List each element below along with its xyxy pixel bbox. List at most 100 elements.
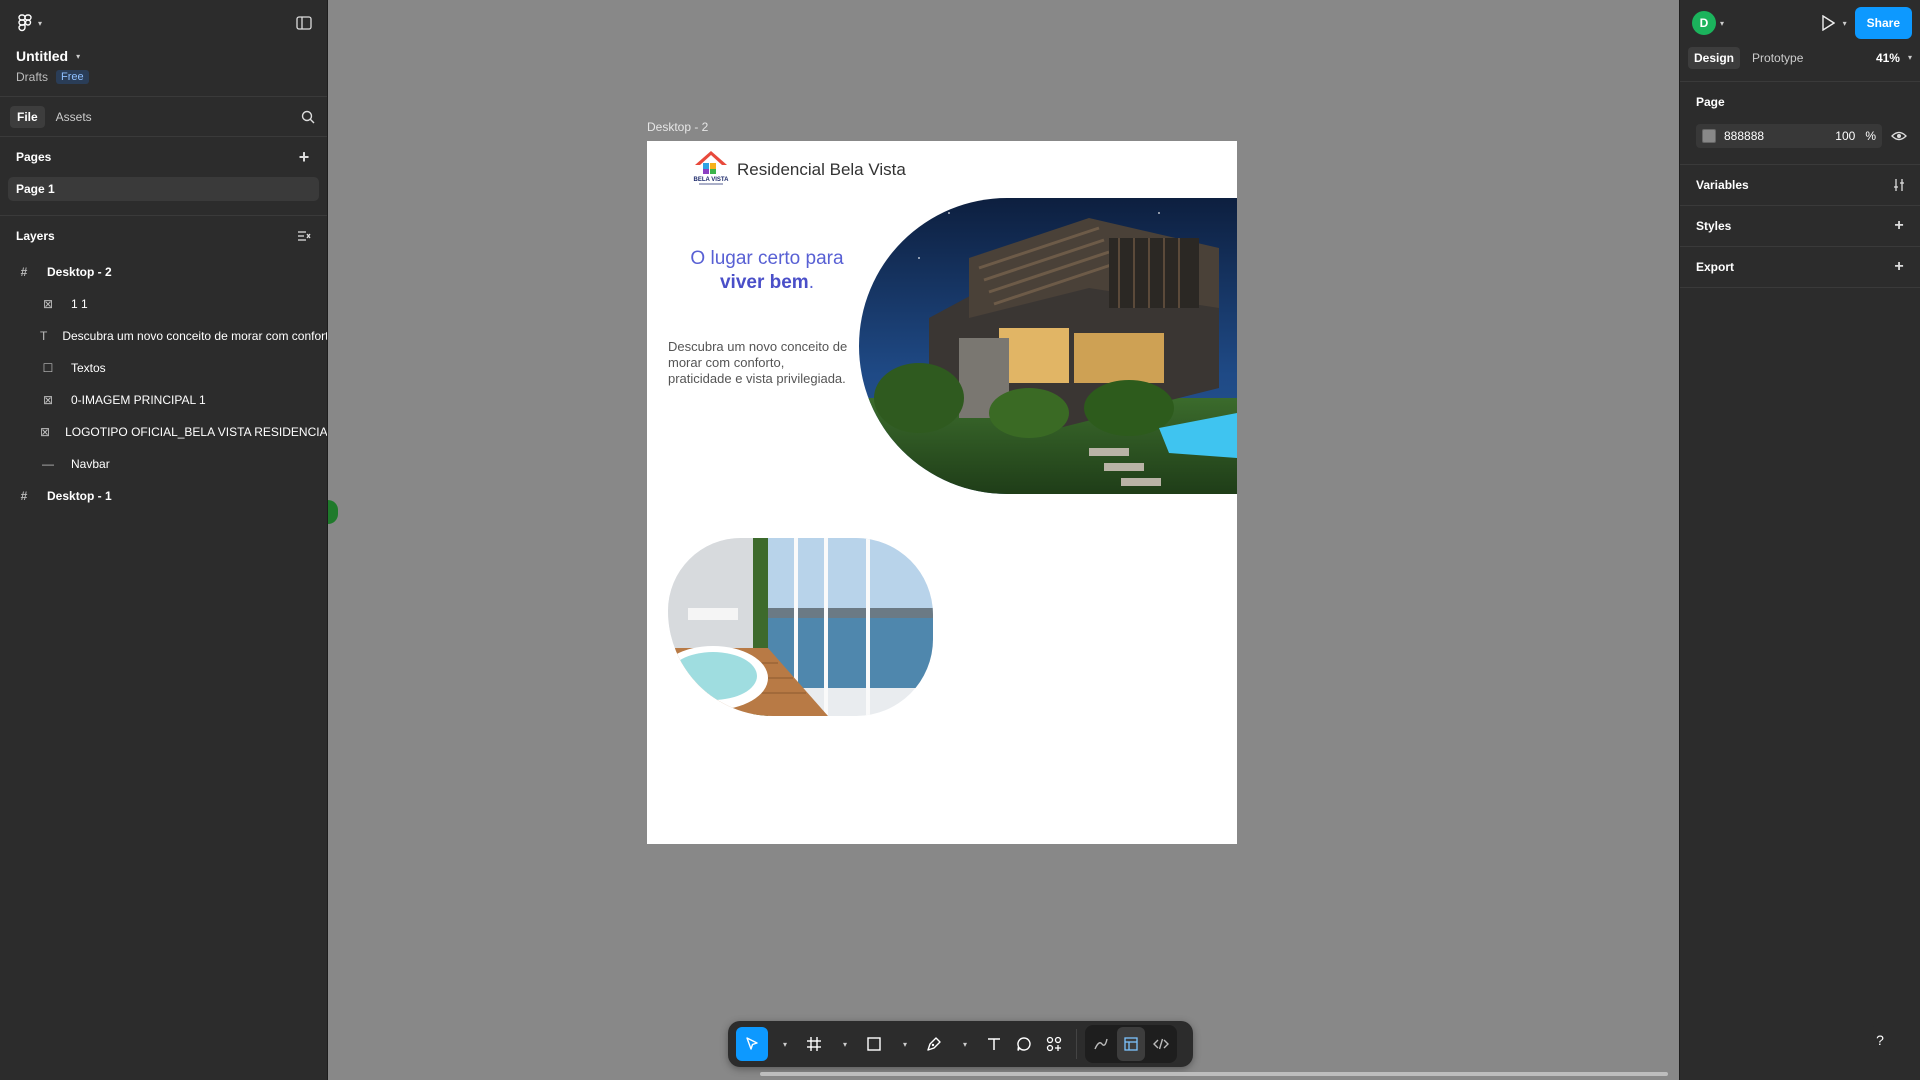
page-item-label: Page 1	[16, 182, 55, 196]
page-section-header: Page	[1696, 82, 1908, 122]
layer-navbar[interactable]: — Navbar	[0, 448, 327, 480]
add-page-icon[interactable]: +	[295, 147, 313, 167]
pages-heading: Pages	[16, 150, 52, 164]
frame-icon: #	[20, 489, 28, 503]
layer-image-1-1[interactable]: ⊠ 1 1	[0, 288, 327, 320]
move-tool-dropdown[interactable]: ▾	[770, 1027, 798, 1061]
layer-label: Navbar	[71, 457, 110, 471]
add-export-icon[interactable]: +	[1890, 258, 1908, 276]
layer-label: Textos	[71, 361, 106, 375]
page-opacity-unit: %	[1865, 129, 1876, 143]
hero-line-2-tail: .	[808, 272, 814, 293]
shape-tool[interactable]	[860, 1027, 888, 1061]
eye-icon[interactable]	[1890, 127, 1908, 145]
canvas-edge-handle[interactable]	[328, 500, 338, 524]
horizontal-scrollbar[interactable]	[760, 1072, 1668, 1076]
layer-label: LOGOTIPO OFICIAL_BELA VISTA RESIDENCIAL …	[65, 425, 327, 439]
logo-image[interactable]: BELA VISTA	[691, 149, 731, 187]
chevron-down-icon: ▾	[902, 1039, 907, 1049]
drafts-link[interactable]: Drafts	[16, 70, 48, 84]
left-sidebar: ▾ Untitled ▾ Drafts Free File Assets Pag…	[0, 0, 328, 1080]
zoom-control[interactable]: 41% ▾	[1876, 51, 1912, 65]
frame-tool[interactable]	[800, 1027, 828, 1061]
layer-logotipo[interactable]: ⊠ LOGOTIPO OFICIAL_BELA VISTA RESIDENCIA…	[0, 416, 327, 448]
export-title: Export	[1696, 260, 1735, 274]
tab-prototype[interactable]: Prototype	[1746, 47, 1809, 69]
desktop-2-frame[interactable]: BELA VISTA Residencial Bela Vista O luga…	[647, 141, 1237, 844]
main-menu-button[interactable]: ▾	[16, 14, 42, 32]
layer-desktop-2[interactable]: # Desktop - 2	[0, 256, 327, 288]
move-tool[interactable]	[736, 1027, 768, 1061]
layers-header: Layers	[0, 216, 327, 256]
dev-mode[interactable]	[1147, 1027, 1175, 1061]
page-color-hex[interactable]: 888888	[1724, 129, 1764, 143]
code-icon	[1153, 1038, 1169, 1050]
file-title-button[interactable]: Untitled ▾	[16, 48, 311, 64]
components-icon	[1046, 1036, 1062, 1052]
image-icon: ⊠	[42, 393, 54, 407]
text-tool[interactable]	[980, 1027, 1008, 1061]
share-button[interactable]: Share	[1854, 7, 1912, 39]
draw-mode[interactable]	[1087, 1027, 1115, 1061]
layer-desktop-1[interactable]: # Desktop - 1	[0, 480, 327, 512]
actions-tool[interactable]	[1040, 1027, 1068, 1061]
frame-label[interactable]: Desktop - 2	[647, 120, 708, 134]
search-icon[interactable]	[299, 108, 317, 126]
page-color-field[interactable]: 888888 100 %	[1696, 124, 1882, 148]
page-item-page-1[interactable]: Page 1	[8, 177, 319, 201]
page-opacity-value: 100	[1835, 129, 1856, 143]
left-topbar: ▾	[0, 0, 327, 46]
export-section: Export +	[1680, 247, 1920, 288]
page-color-row: 888888 100 %	[1696, 122, 1908, 150]
mode-switcher	[1085, 1025, 1177, 1063]
layer-options-icon[interactable]	[295, 227, 313, 245]
hero-house-image[interactable]	[859, 198, 1237, 494]
layer-text-descubra[interactable]: T Descubra um novo conceito de morar com…	[0, 320, 327, 352]
tab-assets[interactable]: Assets	[49, 106, 99, 128]
variables-settings-icon[interactable]	[1890, 176, 1908, 194]
image-icon: ⊠	[40, 425, 51, 439]
text-icon: T	[40, 329, 48, 343]
interior-photo	[668, 538, 933, 716]
chevron-down-icon: ▾	[962, 1039, 967, 1049]
plan-badge: Free	[56, 70, 89, 84]
chevron-down-icon: ▾	[782, 1039, 787, 1049]
variables-title: Variables	[1696, 178, 1749, 192]
layer-label: 1 1	[71, 297, 88, 311]
color-swatch[interactable]	[1702, 129, 1716, 143]
design-mode[interactable]	[1117, 1027, 1145, 1061]
account-menu[interactable]: D ▾	[1692, 11, 1724, 35]
styles-header: Styles +	[1696, 206, 1908, 246]
tab-design[interactable]: Design	[1688, 46, 1741, 69]
layers-section: Layers # Desktop - 2 ⊠ 1 1 T Descubra um…	[0, 216, 327, 512]
layer-imagem-principal[interactable]: ⊠ 0-IMAGEM PRINCIPAL 1	[0, 384, 327, 416]
tab-file[interactable]: File	[10, 105, 45, 128]
rectangle-icon	[867, 1037, 881, 1051]
page-section-title: Page	[1696, 95, 1725, 109]
layer-label: Descubra um novo conceito de morar com c…	[62, 329, 327, 343]
right-topbar: D ▾ ▾ Share	[1680, 0, 1920, 46]
pen-tool-dropdown[interactable]: ▾	[950, 1027, 978, 1061]
present-play-icon[interactable]	[1819, 14, 1837, 32]
shape-tool-dropdown[interactable]: ▾	[890, 1027, 918, 1061]
chevron-down-icon: ▾	[38, 18, 43, 28]
page-opacity[interactable]: 100 %	[1835, 129, 1876, 143]
chevron-down-icon[interactable]: ▾	[1843, 19, 1847, 28]
add-style-icon[interactable]: +	[1890, 217, 1908, 235]
help-button[interactable]: ?	[1865, 1025, 1895, 1055]
layer-textos[interactable]: ☐ Textos	[0, 352, 327, 384]
hero-description: Descubra um novo conceito de morar com c…	[668, 339, 848, 386]
pen-tool[interactable]	[920, 1027, 948, 1061]
interior-sea-image[interactable]	[668, 538, 933, 716]
line-icon: —	[42, 457, 54, 471]
toggle-sidebar-icon[interactable]	[295, 14, 313, 32]
bottom-toolbar: ▾ ▾ ▾ ▾	[728, 1021, 1193, 1067]
styles-section: Styles +	[1680, 206, 1920, 247]
comment-tool[interactable]	[1010, 1027, 1038, 1061]
chevron-down-icon: ▾	[76, 51, 81, 61]
frame-tool-dropdown[interactable]: ▾	[830, 1027, 858, 1061]
comment-icon	[1017, 1037, 1031, 1051]
pages-section: Pages + Page 1	[0, 137, 327, 216]
left-tabs: File Assets	[0, 97, 327, 137]
variables-section: Variables	[1680, 165, 1920, 206]
